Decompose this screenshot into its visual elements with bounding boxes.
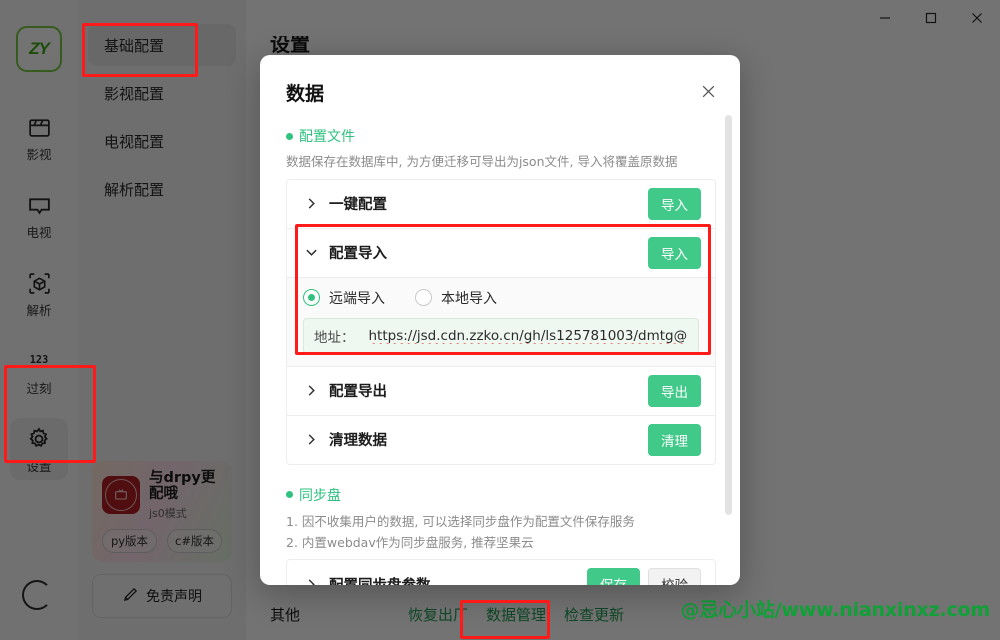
save-sync-params-button[interactable]: 保存 — [587, 568, 640, 585]
import-config-button[interactable]: 导入 — [648, 236, 701, 269]
radio-local-import[interactable]: 本地导入 — [415, 288, 497, 308]
chevron-down-icon[interactable] — [303, 247, 319, 258]
modal-body: 配置文件 数据保存在数据库中, 为方便迁移可导出为json文件, 导入将覆盖原数… — [260, 112, 740, 585]
config-file-panel: 一键配置 导入 配置导入 导入 远端导入 本地导入 地址： https://js… — [286, 178, 716, 465]
row-actions-one-key: 导入 — [648, 187, 701, 220]
row-one-key-config[interactable]: 一键配置 导入 — [287, 179, 715, 229]
modal-scrollbar-thumb[interactable] — [725, 115, 732, 515]
row-actions-clear-data: 清理 — [648, 423, 701, 456]
radio-remote-label: 远端导入 — [329, 290, 385, 307]
section-header-config-file: 配置文件 — [286, 126, 716, 146]
row-actions-sync-params: 保存 校验 — [587, 568, 701, 585]
section-bullet-icon — [286, 491, 293, 499]
verify-sync-params-button[interactable]: 校验 — [648, 568, 701, 585]
row-label-config-export: 配置导出 — [329, 384, 387, 401]
modal-close-icon[interactable] — [698, 81, 718, 101]
import-one-key-button[interactable]: 导入 — [648, 187, 701, 220]
config-import-options: 远端导入 本地导入 地址： https://jsd.cdn.zzko.cn/gh… — [287, 277, 715, 367]
row-config-export[interactable]: 配置导出 导出 — [287, 366, 715, 416]
modal-title: 数据 — [286, 83, 325, 105]
row-label-clear-data: 清理数据 — [329, 433, 387, 450]
section-header-sync-disk: 同步盘 — [286, 485, 716, 505]
address-field[interactable]: 地址： https://jsd.cdn.zzko.cn/gh/ls1257810… — [303, 317, 699, 354]
row-label-config-import: 配置导入 — [329, 246, 387, 263]
section-title-config-file: 配置文件 — [299, 129, 355, 145]
row-actions-config-export: 导出 — [648, 374, 701, 407]
row-label-one-key-config: 一键配置 — [329, 197, 387, 214]
address-label: 地址： — [314, 329, 355, 346]
row-label-sync-params: 配置同步盘参数 — [329, 574, 431, 585]
sync-disk-panel: 配置同步盘参数 保存 校验 — [286, 559, 716, 585]
radio-remote-import[interactable]: 远端导入 — [303, 288, 385, 308]
sync-disk-note-1: 1. 因不收集用户的数据, 可以选择同步盘作为配置文件保存服务 — [286, 513, 635, 529]
chevron-right-icon[interactable] — [303, 197, 319, 210]
row-sync-params[interactable]: 配置同步盘参数 保存 校验 — [287, 560, 715, 585]
modal-scrollbar[interactable] — [725, 112, 732, 572]
section-title-sync-disk: 同步盘 — [299, 487, 341, 504]
chevron-right-icon[interactable] — [303, 578, 319, 585]
sync-disk-note-2: 2. 内置webdav作为同步盘服务, 推荐坚果云 — [286, 534, 534, 550]
address-input[interactable]: https://jsd.cdn.zzko.cn/gh/ls125781003/d… — [369, 328, 688, 344]
data-modal: 数据 配置文件 数据保存在数据库中, 为方便迁移可导出为json文件, 导入将覆… — [260, 55, 740, 585]
row-clear-data[interactable]: 清理数据 清理 — [287, 415, 715, 464]
clear-data-button[interactable]: 清理 — [648, 423, 701, 456]
row-actions-config-import: 导入 — [648, 236, 701, 269]
app-window: ZY 影视 电视 — [0, 0, 1000, 640]
export-config-button[interactable]: 导出 — [648, 374, 701, 407]
row-config-import[interactable]: 配置导入 导入 — [287, 228, 715, 278]
chevron-right-icon[interactable] — [303, 433, 319, 446]
modal-header: 数据 — [260, 55, 740, 112]
radio-local-label: 本地导入 — [441, 290, 497, 307]
radio-local-mark-icon — [415, 289, 432, 307]
chevron-right-icon[interactable] — [303, 384, 319, 397]
section-desc-config-file: 数据保存在数据库中, 为方便迁移可导出为json文件, 导入将覆盖原数据 — [286, 154, 678, 169]
section-bullet-icon — [286, 132, 293, 140]
import-source-radio-group: 远端导入 本地导入 — [303, 288, 699, 308]
site-watermark: @忌心小站/www.nianxinxz.com — [680, 599, 991, 621]
radio-remote-mark-icon — [303, 289, 320, 307]
